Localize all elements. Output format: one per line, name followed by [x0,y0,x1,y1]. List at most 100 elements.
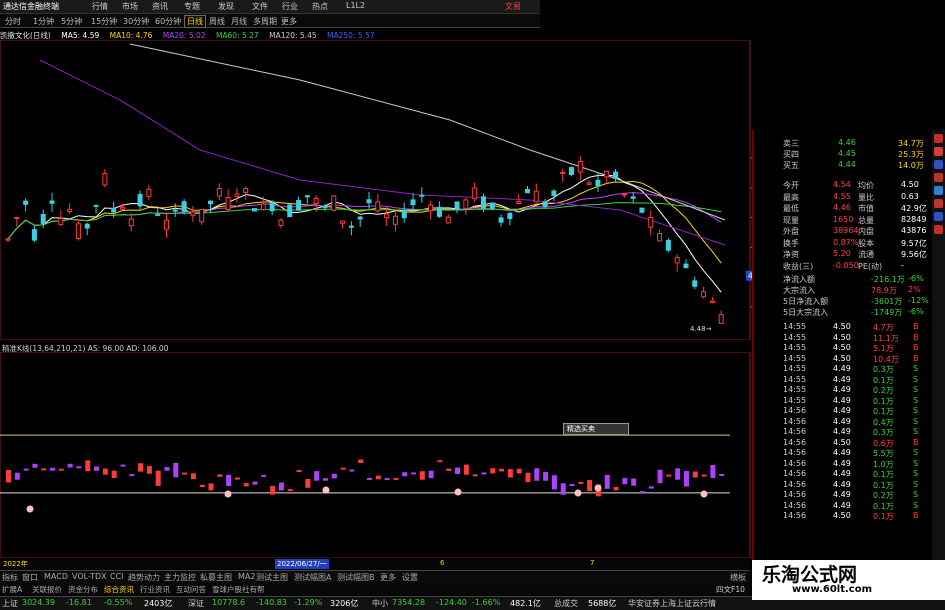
news-tab[interactable]: 扩展A [2,584,22,595]
menu-item-discover[interactable]: 发现 [218,1,234,12]
trade-row[interactable]: 14:55 4.49 0.1万 S [753,375,931,386]
period-btn-30min[interactable]: 30分钟 [120,15,152,28]
period-btn-daily[interactable]: 日线 [184,15,206,28]
ma20-label: MA20: 5.02 [162,31,206,40]
trade-volume: 4.7万 [873,323,894,332]
tab-more[interactable]: 更多 [380,572,396,583]
period-btn-timeshare[interactable]: 分时 [2,15,24,28]
tab-test-main[interactable]: 测试主图 [256,572,288,583]
trade-row[interactable]: 14:55 4.50 10.4万 B [753,354,931,365]
candle-body [595,179,601,187]
trade-price: 4.49 [833,427,851,436]
indicator-bar [428,470,434,479]
indicator-bar [287,489,293,492]
period-btn-monthly[interactable]: 月线 [228,15,250,28]
tab-macd[interactable]: MACD [44,572,68,581]
date-month: 6 [440,559,445,567]
indicator-chart[interactable]: 110.0107.5105.0102.5100.097.5095.0092.50… [0,352,752,558]
stat-label: 总量 [858,215,874,225]
side-chart-icon[interactable] [934,160,943,169]
period-btn-60min[interactable]: 60分钟 [152,15,184,28]
kline-chart[interactable]: 5.605.405.205.004.804.604.814.48→ [0,40,752,340]
period-btn-15min[interactable]: 15分钟 [88,15,120,28]
trade-row[interactable]: 14:56 4.49 0.4万 S [753,417,931,428]
period-btn-more[interactable]: 更多 [278,15,300,28]
menu-item-quotes[interactable]: 行情 [92,1,108,12]
news-tab[interactable]: 雪球户股社有帮 [212,584,265,595]
flow-percent: -6% [908,274,924,283]
stat-value: 4.50 [901,180,919,189]
stat-label: 股本 [858,238,874,248]
indicator-bar [481,472,487,475]
tab-private-main[interactable]: 私募主图 [200,572,232,583]
tab-vol-tdx[interactable]: VOL-TDX [72,572,107,581]
side-chart-icon[interactable] [934,134,943,143]
trade-row[interactable]: 14:55 4.49 0.2万 S [753,385,931,396]
candle-body [252,208,258,212]
menu-item-market[interactable]: 市场 [122,1,138,12]
period-btn-multi[interactable]: 多周期 [250,15,280,28]
trade-volume: 0.2万 [873,386,894,395]
tab-window[interactable]: 窗口 [22,572,38,583]
trade-side: B [913,322,919,331]
candle-body [234,193,240,197]
trade-row[interactable]: 14:56 4.49 0.1万 S [753,469,931,480]
menu-item-l1l2[interactable]: L1L2 [346,1,365,10]
tab-trend[interactable]: 趋势动力 [128,572,160,583]
menu-item-file[interactable]: 文件 [252,1,268,12]
news-tab[interactable]: 关联报价 [32,584,62,595]
tab-horizontal[interactable]: 横板 [730,572,746,583]
trade-row[interactable]: 14:56 4.49 0.1万 S [753,406,931,417]
news-tab[interactable]: 行业资讯 [140,584,170,595]
trade-row[interactable]: 14:55 4.50 5.1万 B [753,343,931,354]
trade-time: 14:56 [783,437,807,447]
menu-item-news[interactable]: 资讯 [152,1,168,12]
news-tab[interactable]: 综合资讯 [104,584,134,595]
tab-settings[interactable]: 设置 [402,572,418,583]
indicator-tooltip: 精选买卖 [563,423,629,435]
tab-test-sub-b[interactable]: 测试幅图B [337,572,375,583]
indicator-bar [499,468,505,472]
side-chart-icon[interactable] [934,199,943,208]
tab-ma2[interactable]: MA2 [238,572,255,581]
trade-time: 14:55 [783,322,807,331]
indicator-bar [164,467,170,471]
news-tab[interactable]: 互动问答 [176,584,206,595]
news-tab[interactable]: 资金分布 [68,584,98,595]
menu-right-label[interactable]: 文易 [505,1,521,12]
trade-row[interactable]: 14:55 4.50 4.7万 B [753,322,931,333]
side-chart-icon[interactable] [934,147,943,156]
menu-item-hot[interactable]: 热点 [312,1,328,12]
side-chart-icon[interactable] [934,212,943,221]
side-chart-icon[interactable] [934,225,943,234]
period-btn-5min[interactable]: 5分钟 [58,15,85,28]
trade-volume: 5.1万 [873,344,894,353]
trade-row[interactable]: 14:56 4.49 0.1万 S [753,501,931,512]
menu-item-industry[interactable]: 行业 [282,1,298,12]
candle-body [560,171,566,174]
trade-time: 14:56 [783,490,807,499]
trade-row[interactable]: 14:56 4.50 0.1万 B [753,511,931,522]
trade-row[interactable]: 14:55 4.49 0.1万 S [753,396,931,407]
trade-row[interactable]: 14:56 4.49 0.1万 S [753,480,931,491]
trade-row[interactable]: 14:56 4.50 0.6万 B [753,438,931,449]
trade-row[interactable]: 14:56 4.49 1.0万 S [753,459,931,470]
tab-main-monitor[interactable]: 主力监控 [164,572,196,583]
menu-item-topics[interactable]: 专题 [184,1,200,12]
trade-row[interactable]: 14:56 4.49 0.3万 S [753,427,931,438]
side-chart-icon[interactable] [934,186,943,195]
trade-row[interactable]: 14:56 4.49 5.5万 S [753,448,931,459]
tab-indicator[interactable]: 指标 [2,572,18,583]
trade-row[interactable]: 14:55 4.50 11.1万 B [753,333,931,344]
sh-index-percent: -0.55% [104,598,133,607]
trade-row[interactable]: 14:55 4.49 0.3万 S [753,364,931,375]
candle-body [454,201,460,211]
side-chart-icon[interactable] [934,173,943,182]
trade-volume: 1.0万 [873,459,894,469]
trade-row[interactable]: 14:56 4.49 0.2万 S [753,490,931,501]
period-btn-1min[interactable]: 1分钟 [30,15,57,28]
tab-cci[interactable]: CCI [110,572,124,581]
period-btn-weekly[interactable]: 周线 [206,15,228,28]
tab-test-sub-a[interactable]: 测试幅图A [294,572,331,583]
date-cursor: 2022/06/27/一 [275,559,329,569]
